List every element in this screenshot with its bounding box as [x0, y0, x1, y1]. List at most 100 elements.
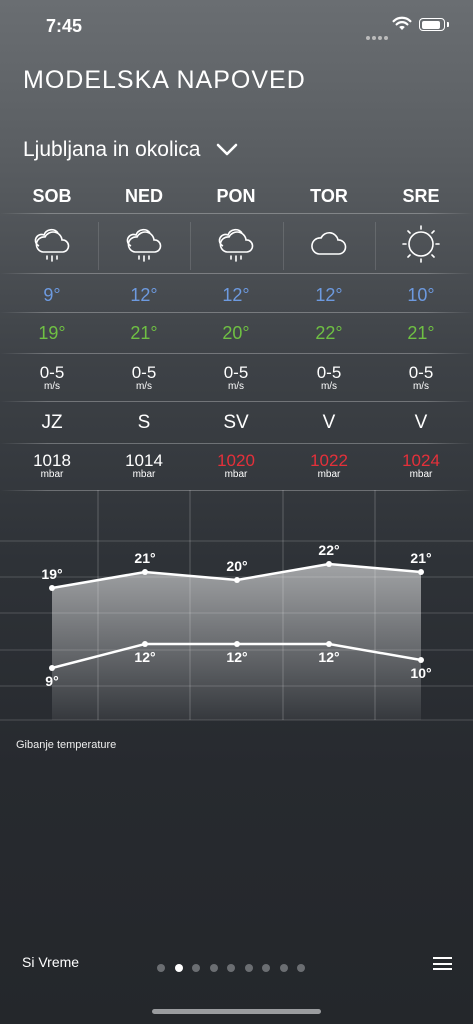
- min-temp: 12°: [130, 285, 158, 305]
- min-temp-point: [326, 641, 332, 647]
- sun-icon: [375, 224, 467, 264]
- cloud-icon: [283, 224, 375, 264]
- cloud-rain-icon: [98, 224, 190, 264]
- pressure-value: 1020: [217, 451, 255, 470]
- status-time: 7:45: [46, 16, 83, 36]
- pressure-value: 1018: [33, 451, 71, 470]
- cellular-signal-icon: [366, 27, 390, 45]
- pressure: 1014 mbar: [98, 452, 190, 480]
- pressure-unit: mbar: [224, 469, 248, 480]
- min-temp: 9°: [43, 285, 61, 305]
- pressure-unit: mbar: [317, 469, 341, 480]
- wind-speed: 0-5 m/s: [283, 364, 375, 392]
- cloud-rain-icon: [6, 224, 98, 264]
- max-temp-label: 21°: [410, 550, 431, 566]
- wind-unit: m/s: [412, 381, 430, 392]
- max-temp: 22°: [315, 323, 343, 343]
- wind-unit: m/s: [227, 381, 245, 392]
- page-dot[interactable]: [227, 964, 235, 972]
- divider: [0, 353, 473, 354]
- wind-direction: JZ: [41, 412, 63, 433]
- max-temp-point: [326, 561, 332, 567]
- pressure: 1022 mbar: [283, 452, 375, 480]
- wind-direction: V: [322, 412, 336, 433]
- min-temp-point: [418, 657, 424, 663]
- location-label: Ljubljana in okolica: [23, 138, 201, 161]
- wind-value: 0-5: [131, 363, 157, 382]
- page-dot[interactable]: [279, 964, 288, 972]
- page-dot[interactable]: [209, 964, 218, 972]
- day-label: NED: [124, 186, 163, 206]
- pressure-value: 1022: [310, 451, 348, 470]
- max-temp-point: [234, 577, 240, 583]
- page-title: MODELSKA NAPOVED: [23, 66, 306, 94]
- max-temp: 21°: [407, 323, 435, 343]
- divider: [0, 213, 473, 214]
- divider: [0, 273, 473, 274]
- wind-value: 0-5: [316, 363, 342, 382]
- page-dot[interactable]: [174, 964, 183, 972]
- status-bar: 7:45: [0, 0, 473, 50]
- wind-value: 0-5: [223, 363, 249, 382]
- brand-label: Si Vreme: [22, 954, 80, 970]
- min-temp: 10°: [407, 285, 435, 305]
- wind-value: 0-5: [39, 363, 65, 382]
- pressure-value: 1014: [125, 451, 163, 470]
- min-temp: 12°: [222, 285, 250, 305]
- max-temp-label: 21°: [134, 550, 155, 566]
- wind-speed: 0-5 m/s: [375, 364, 467, 392]
- wind-speed: 0-5 m/s: [6, 364, 98, 392]
- wind-direction: SV: [223, 412, 249, 433]
- wind-unit: m/s: [320, 381, 338, 392]
- wind-unit: m/s: [135, 381, 153, 392]
- min-temp-label: 12°: [318, 649, 339, 665]
- max-temp: 19°: [38, 323, 66, 343]
- wifi-icon: [392, 16, 412, 30]
- day-label: SRE: [402, 186, 440, 206]
- pressure-unit: mbar: [132, 469, 156, 480]
- pressure: 1020 mbar: [190, 452, 282, 480]
- min-temp-point: [234, 641, 240, 647]
- wind-direction: S: [137, 412, 151, 433]
- divider: [0, 401, 473, 402]
- max-temp-point: [49, 585, 55, 591]
- page-dot[interactable]: [297, 964, 305, 972]
- chevron-down-icon: [217, 143, 238, 156]
- home-indicator[interactable]: [152, 1009, 321, 1014]
- page-indicator[interactable]: [157, 959, 315, 977]
- max-temp-point: [142, 569, 148, 575]
- menu-icon[interactable]: [433, 957, 452, 974]
- max-temp-label: 20°: [226, 558, 247, 574]
- min-temp-point: [142, 641, 148, 647]
- divider: [0, 443, 473, 444]
- pressure: 1018 mbar: [6, 452, 98, 480]
- min-temp-point: [49, 665, 55, 671]
- day-label: PON: [216, 186, 256, 206]
- max-temp-point: [418, 569, 424, 575]
- max-temp: 20°: [222, 323, 250, 343]
- page-dot[interactable]: [244, 964, 253, 972]
- min-temp-label: 9°: [45, 673, 58, 689]
- max-temp-label: 22°: [318, 542, 339, 558]
- min-temp-label: 12°: [134, 649, 155, 665]
- pressure-unit: mbar: [40, 469, 64, 480]
- wind-value: 0-5: [408, 363, 434, 382]
- wind-speed: 0-5 m/s: [190, 364, 282, 392]
- page-dot[interactable]: [192, 964, 200, 972]
- chart-caption: Gibanje temperature: [16, 739, 117, 751]
- temperature-chart: 19° 21° 20° 22° 21° 9° 12° 12° 12° 10°: [0, 490, 473, 721]
- min-temp-label: 12°: [226, 649, 247, 665]
- wind-speed: 0-5 m/s: [98, 364, 190, 392]
- pressure: 1024 mbar: [375, 452, 467, 480]
- battery-icon: [419, 18, 449, 31]
- max-temp: 21°: [130, 323, 158, 343]
- day-label: SOB: [32, 186, 72, 206]
- min-temp: 12°: [315, 285, 343, 305]
- page-dot[interactable]: [262, 964, 270, 972]
- day-label: TOR: [310, 186, 348, 206]
- divider: [0, 312, 473, 313]
- location-selector[interactable]: Ljubljana in okolica: [23, 138, 238, 162]
- page-dot[interactable]: [157, 964, 165, 972]
- cloud-rain-icon: [190, 224, 282, 264]
- wind-direction: V: [414, 412, 428, 433]
